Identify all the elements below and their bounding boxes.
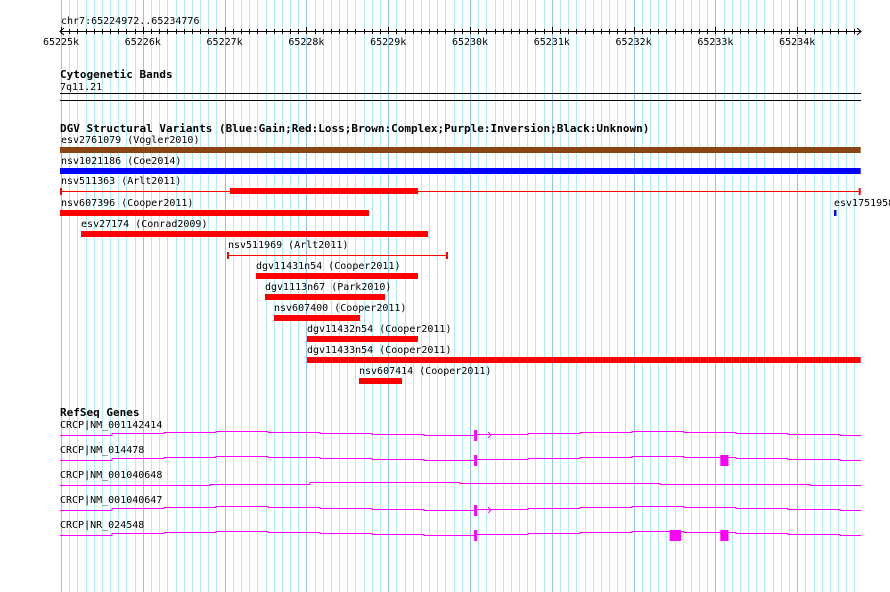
dgv-feature-bar[interactable]: [81, 231, 429, 237]
ruler-tick-label: 65227k: [207, 37, 243, 48]
ruler-tick-label: 65225k: [43, 37, 79, 48]
gene-exon[interactable]: [474, 530, 478, 541]
dgv-feature-label: dgv11431n54 (Cooper2011): [256, 261, 401, 272]
dgv-endcap: [445, 252, 448, 259]
gene-exon[interactable]: [720, 455, 729, 466]
gene-exon[interactable]: [474, 430, 478, 441]
ruler-tick-label: 65230k: [452, 37, 488, 48]
dgv-feature-label: nsv607396 (Cooper2011): [61, 198, 193, 209]
dgv-feature-label: nsv511969 (Arlt2011): [228, 240, 348, 251]
ruler-tick-label: 65229k: [370, 37, 406, 48]
view-location: chr7:65224972..65234776: [61, 16, 199, 27]
dgv-feature-label: dgv1113n67 (Park2010): [265, 282, 391, 293]
ruler-tick-label: 65233k: [697, 37, 733, 48]
gene-label: CRCP|NM_001040647: [60, 495, 162, 506]
dgv-feature-label: esv1751958: [834, 198, 890, 209]
gene-exon[interactable]: [474, 505, 478, 516]
cytoband-track-title: Cytogenetic Bands: [60, 68, 173, 81]
refseq-track-title: RefSeq Genes: [60, 406, 139, 419]
dgv-feature-label: esv27174 (Conrad2009): [81, 219, 207, 230]
gene-label: CRCP|NM_014478: [60, 445, 144, 456]
gene-exon[interactable]: [474, 455, 478, 466]
grid-lines: [61, 0, 855, 592]
gene-label: CRCP|NR_024548: [60, 520, 144, 531]
dgv-feature[interactable]: nsv607400 (Cooper2011): [274, 303, 406, 321]
dgv-feature[interactable]: nsv607396 (Cooper2011): [60, 198, 369, 216]
genome-browser-panel: chr7:65224972..65234776 65225k 65226k 6522…: [43, 0, 890, 592]
dgv-feature-bar[interactable]: [256, 273, 418, 279]
dgv-feature[interactable]: esv1751958: [834, 198, 890, 216]
ruler-tick-label: 65226k: [125, 37, 161, 48]
ruler-tick-label: 65232k: [616, 37, 652, 48]
dgv-feature[interactable]: dgv11431n54 (Cooper2011): [256, 261, 418, 279]
dgv-feature-bar[interactable]: [60, 210, 369, 216]
dgv-feature[interactable]: nsv607414 (Cooper2011): [358, 366, 491, 384]
dgv-endcap: [60, 188, 62, 195]
cytoband-label[interactable]: 7q11.21: [60, 82, 102, 93]
dgv-feature-label: dgv11432n54 (Cooper2011): [307, 324, 452, 335]
dgv-feature[interactable]: nsv511969 (Arlt2011): [226, 240, 448, 259]
ruler-tick-label: 65228k: [288, 37, 324, 48]
dgv-feature-bar[interactable]: [306, 336, 418, 342]
gene-label: CRCP|NM_001142414: [60, 420, 162, 431]
dgv-feature-bar[interactable]: [834, 210, 837, 216]
dgv-feature-label: nsv607400 (Cooper2011): [274, 303, 406, 314]
gene-label: CRCP|NM_001040648: [60, 470, 162, 481]
dgv-feature-label: esv2761079 (Vogler2010): [61, 135, 199, 146]
dgv-feature-bar[interactable]: [60, 168, 861, 174]
gene-exon[interactable]: [720, 530, 729, 541]
dgv-feature-bar[interactable]: [274, 315, 360, 321]
dgv-feature-label: nsv607414 (Cooper2011): [359, 366, 491, 377]
dgv-endcap: [858, 188, 861, 195]
dgv-feature-bar[interactable]: [60, 147, 861, 153]
dgv-feature-label: nsv1021186 (Coe2014): [61, 156, 181, 167]
dgv-track-title: DGV Structural Variants (Blue:Gain;Red:L…: [60, 122, 649, 135]
ruler-tick-label: 65234k: [779, 37, 815, 48]
ruler-tick-label: 65231k: [534, 37, 570, 48]
ruler[interactable]: 65225k 65226k 65227k 65228k 65229k 65230k 6523…: [43, 27, 862, 48]
dgv-feature-bar[interactable]: [306, 357, 861, 363]
dgv-feature[interactable]: dgv11433n54 (Cooper2011): [306, 345, 861, 363]
dgv-feature-bar[interactable]: [358, 378, 403, 384]
dgv-feature-label: dgv11433n54 (Cooper2011): [307, 345, 452, 356]
dgv-feature-bar[interactable]: [265, 294, 386, 300]
dgv-endcap: [226, 252, 229, 259]
dgv-feature-bar[interactable]: [229, 188, 418, 194]
dgv-feature[interactable]: esv27174 (Conrad2009): [81, 219, 429, 237]
dgv-feature-label: nsv511363 (Arlt2011): [61, 176, 181, 187]
dgv-feature[interactable]: dgv1113n67 (Park2010): [265, 282, 391, 300]
gene-exon[interactable]: [669, 530, 682, 541]
